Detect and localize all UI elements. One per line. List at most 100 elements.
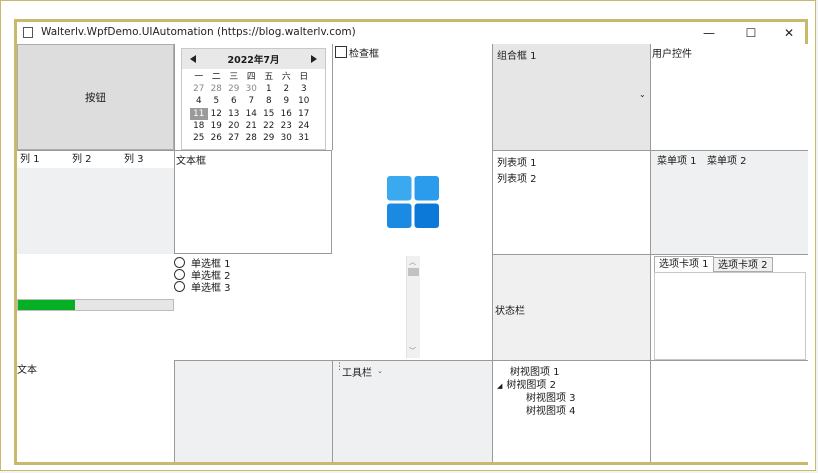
tree-item-4[interactable]: 树视图项 4 [526, 402, 576, 417]
radio-option-3[interactable]: 单选框 3 [174, 279, 231, 294]
list-item[interactable]: 列表项 2 [497, 170, 537, 185]
calendar-day[interactable]: 28 [208, 83, 226, 95]
calendar-day[interactable]: 11 [190, 107, 208, 120]
calendar-day[interactable]: 2 [278, 83, 296, 95]
calendar-day[interactable]: 7 [243, 95, 261, 107]
calendar-day[interactable]: 24 [295, 120, 313, 132]
statusbar: 状态栏 [492, 254, 650, 360]
scroll-down-icon[interactable]: ﹀ [409, 346, 416, 356]
image-cell [332, 150, 492, 254]
menu: 菜单项 1 菜单项 2 [650, 150, 808, 254]
calendar-day[interactable]: 21 [243, 120, 261, 132]
treeview[interactable]: 树视图项 1 ◢ 树视图项 2 树视图项 3 树视图项 4 [492, 360, 650, 462]
calendar-day[interactable]: 27 [225, 132, 243, 144]
vertical-scrollbar[interactable]: ︿ ﹀ [406, 256, 420, 358]
checkbox-cell: 检查框 [332, 44, 492, 150]
calendar-day[interactable]: 18 [190, 120, 208, 132]
empty-cell [650, 360, 808, 462]
combobox[interactable]: 组合框 1 ⌄ [492, 44, 650, 150]
calendar-day[interactable]: 5 [208, 95, 226, 107]
tabcontrol: 选项卡项 1 选项卡项 2 [650, 254, 808, 360]
scroll-thumb[interactable] [408, 268, 419, 276]
usercontrol-cell: 用户控件 [650, 44, 808, 150]
next-month-icon[interactable] [311, 55, 317, 63]
column-header-2[interactable]: 列 2 [69, 151, 125, 168]
calendar-day[interactable]: 10 [295, 95, 313, 107]
calendar-cell: 2022年7月 一二三四五六日 27 28 29 30 1 2 3 4 5 6 7 8 9 10 11 12 13… [174, 44, 332, 150]
listview[interactable]: 列 1 列 2 列 3 [17, 150, 174, 254]
calendar-day[interactable]: 6 [225, 95, 243, 107]
calendar-day[interactable]: 16 [278, 108, 296, 120]
calendar-day[interactable]: 15 [260, 108, 278, 120]
calendar-day[interactable]: 30 [243, 83, 261, 95]
calendar-day[interactable]: 12 [208, 108, 226, 120]
tab-item-2[interactable]: 选项卡项 2 [713, 257, 773, 272]
calendar-day[interactable]: 4 [190, 95, 208, 107]
calendar-day[interactable]: 13 [225, 108, 243, 120]
radio-label: 单选框 3 [191, 283, 231, 294]
calendar-day[interactable]: 17 [295, 108, 313, 120]
weekday-label: 四 [246, 72, 256, 82]
tab-item-1[interactable]: 选项卡项 1 [654, 256, 714, 273]
calendar-day[interactable]: 20 [225, 120, 243, 132]
control-grid: 按钮 2022年7月 一二三四五六日 27 28 29 30 1 2 3 4 5 6 7 8 9 10 11 1… [17, 44, 808, 462]
toolbar-overflow-icon[interactable]: ⌄ [377, 367, 383, 375]
statusbar-label: 状态栏 [495, 306, 525, 317]
calendar-header: 2022年7月 [182, 49, 325, 69]
list-item[interactable]: 列表项 1 [497, 154, 537, 169]
calendar-day[interactable]: 9 [278, 95, 296, 107]
calendar-day[interactable]: 8 [260, 95, 278, 107]
calendar-day[interactable]: 27 [190, 83, 208, 95]
menu-item-2[interactable]: 菜单项 2 [707, 152, 747, 167]
calendar-day[interactable]: 25 [190, 132, 208, 144]
calendar-day[interactable]: 14 [243, 108, 261, 120]
weekday-label: 一 [194, 72, 204, 82]
prev-month-icon[interactable] [190, 55, 196, 63]
column-header-3[interactable]: 列 3 [121, 151, 174, 168]
calendar-day[interactable]: 22 [260, 120, 278, 132]
calendar-day[interactable]: 29 [225, 83, 243, 95]
calendar-month[interactable]: 2022年7月 [227, 52, 279, 66]
demo-button[interactable]: 按钮 [17, 44, 174, 150]
calendar-day[interactable]: 30 [278, 132, 296, 144]
weekday-label: 五 [264, 72, 274, 82]
progress-cell [17, 254, 174, 360]
weekday-label: 六 [281, 72, 291, 82]
textbox[interactable]: 文本框 [174, 150, 332, 254]
calendar-day[interactable]: 28 [243, 132, 261, 144]
tab-content [654, 272, 806, 360]
toolbar[interactable]: ⋮ 工具栏 ⌄ [332, 360, 492, 462]
toolbar-label: 工具栏 [342, 368, 372, 379]
textblock-cell: 文本 [17, 360, 174, 462]
usercontrol-label: 用户控件 [652, 49, 692, 60]
calendar[interactable]: 2022年7月 一二三四五六日 27 28 29 30 1 2 3 4 5 6 7 8 9 10 11 12 13… [181, 48, 326, 150]
calendar-day[interactable]: 31 [295, 132, 313, 144]
menu-item-1[interactable]: 菜单项 1 [657, 152, 697, 167]
scrollbar-cell: ︿ ﹀ [332, 254, 492, 360]
listbox[interactable]: 列表项 1 列表项 2 [492, 150, 650, 254]
calendar-day[interactable]: 26 [208, 132, 226, 144]
radio-cell: 单选框 1 单选框 2 单选框 3 [174, 254, 332, 360]
windows-logo-icon [387, 176, 439, 228]
combobox-label: 组合框 1 [497, 51, 537, 62]
column-header-1[interactable]: 列 1 [17, 151, 73, 168]
checkbox-label: 检查框 [349, 49, 379, 60]
button-label: 按钮 [85, 91, 106, 104]
weekday-label: 日 [299, 72, 309, 82]
calendar-day[interactable]: 19 [208, 120, 226, 132]
expanded-triangle-icon[interactable]: ◢ [497, 382, 502, 390]
calendar-day[interactable]: 1 [260, 83, 278, 95]
demo-checkbox[interactable] [335, 46, 347, 58]
calendar-days: 一二三四五六日 27 28 29 30 1 2 3 4 5 6 7 8 9 10 11 12 13 14 15 16 17… [182, 69, 325, 144]
empty-panel [174, 360, 332, 462]
weekday-label: 三 [229, 72, 239, 82]
scroll-up-icon[interactable]: ︿ [409, 257, 416, 267]
calendar-day[interactable]: 3 [295, 83, 313, 95]
chevron-down-icon: ⌄ [639, 90, 646, 99]
radio-icon [174, 281, 185, 292]
textbox-label: 文本框 [176, 156, 206, 167]
calendar-day[interactable]: 29 [260, 132, 278, 144]
textblock-label: 文本 [17, 365, 37, 376]
progress-bar [17, 299, 174, 311]
calendar-day[interactable]: 23 [278, 120, 296, 132]
